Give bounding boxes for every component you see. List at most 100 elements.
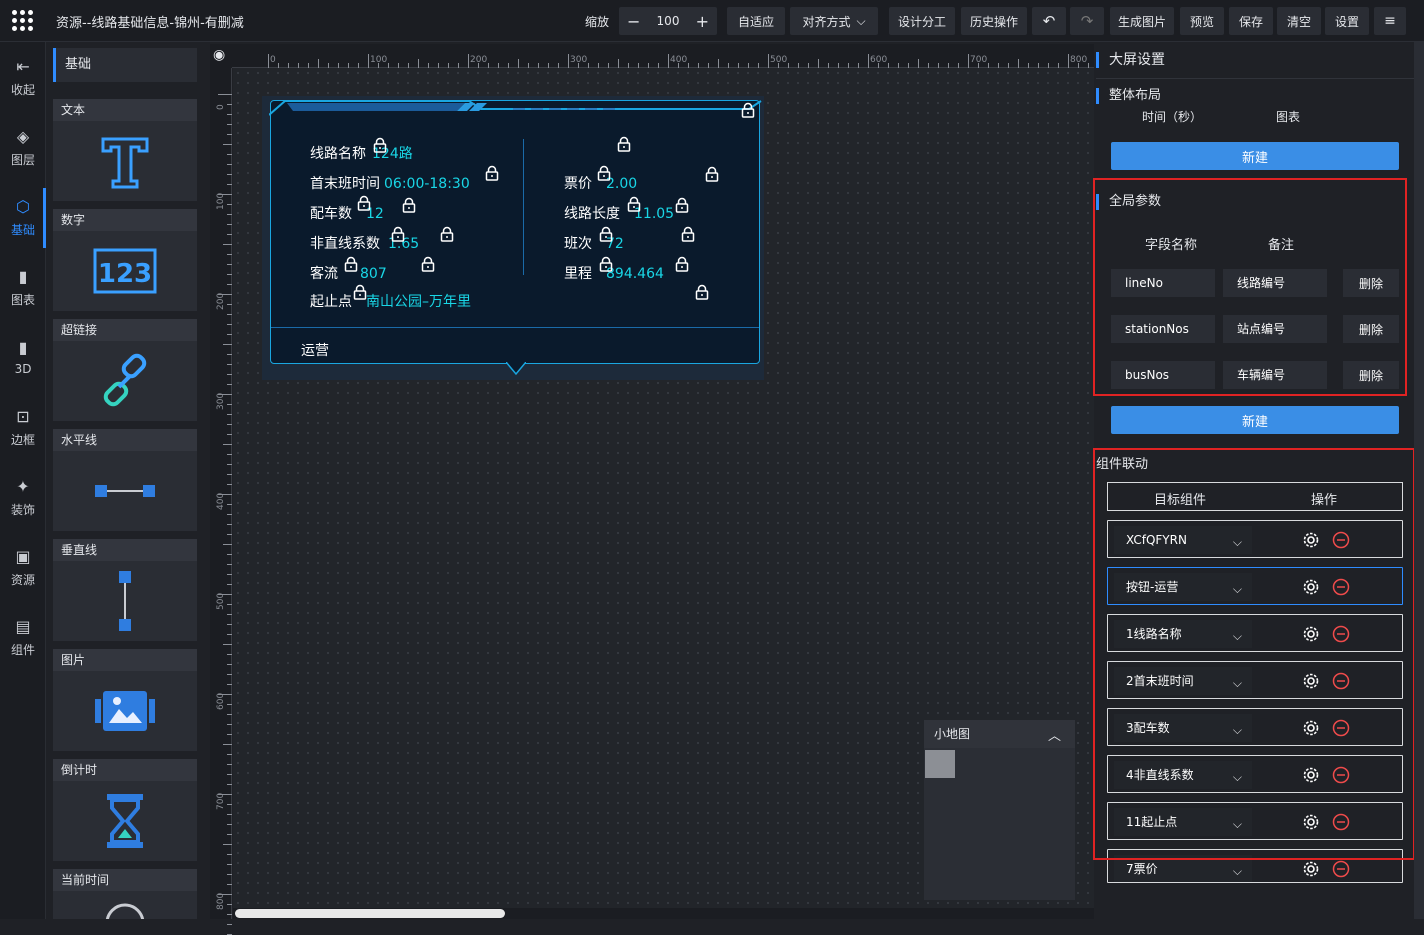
- minimap-viewport[interactable]: [925, 750, 955, 778]
- undo-icon[interactable]: ↶: [1032, 7, 1066, 35]
- save-button[interactable]: 保存: [1229, 7, 1273, 35]
- clear-button[interactable]: 清空: [1277, 7, 1321, 35]
- design-division-button[interactable]: 设计分工: [889, 7, 955, 35]
- lock-icon[interactable]: [356, 195, 372, 211]
- canvas-hscrollbar[interactable]: [233, 908, 1094, 919]
- left-rail: ⇤ 收起 ◈ 图层 ⬡ 基础 ▮ 图表 ▮ 3D ⊡ 边框 ✦ 装饰 ▣ 资源 ▤ 组件: [0, 42, 46, 919]
- redo-icon[interactable]: ↷: [1070, 7, 1104, 35]
- app-menu-icon[interactable]: [12, 10, 34, 32]
- ruler-tick-label: 700: [216, 792, 226, 810]
- rail-decoration[interactable]: ✦ 装饰: [0, 462, 46, 532]
- align-dropdown[interactable]: 对齐方式 ⌵: [790, 7, 878, 35]
- palette-item-countdown[interactable]: 倒计时: [53, 759, 197, 861]
- panel-scrollbar[interactable]: [1414, 42, 1424, 919]
- palette-item-number[interactable]: 数字 123: [53, 209, 197, 311]
- lock-icon[interactable]: [674, 197, 690, 213]
- palette-item-current-time[interactable]: 当前时间: [53, 869, 197, 919]
- page-title: 资源--线路基础信息-锦州-有删减: [56, 16, 244, 31]
- rail-label: 资源: [10, 572, 35, 587]
- lock-icon[interactable]: [390, 226, 406, 242]
- rail-basic[interactable]: ⬡ 基础: [0, 182, 46, 252]
- lock-icon[interactable]: [598, 256, 614, 272]
- settings-button[interactable]: 设置: [1325, 7, 1369, 35]
- lock-icon[interactable]: [439, 226, 455, 242]
- card-pointer: [506, 362, 526, 376]
- ruler-corner[interactable]: ◉: [210, 44, 232, 68]
- palette-item-hline[interactable]: 水平线: [53, 429, 197, 531]
- ruler-tick-label: 600: [216, 692, 226, 710]
- more-menu-icon[interactable]: ≡: [1374, 7, 1406, 35]
- rail-collapse[interactable]: ⇤ 收起: [0, 42, 46, 112]
- ruler-tick-label: 200: [470, 55, 488, 65]
- palette-item-vline[interactable]: 垂直线: [53, 539, 197, 641]
- zoom-out-button[interactable]: −: [627, 12, 640, 31]
- ruler-tick-label: 600: [870, 55, 888, 65]
- ruler-tick-label: 300: [216, 392, 226, 410]
- lock-icon[interactable]: [626, 196, 642, 212]
- card-footer-line: [271, 327, 759, 328]
- card-footer-label: 运营: [301, 343, 329, 359]
- palette-item-image[interactable]: 图片: [53, 649, 197, 751]
- lock-icon[interactable]: [616, 136, 632, 152]
- clock-icon: [53, 891, 197, 919]
- rail-resources[interactable]: ▣ 资源: [0, 532, 46, 602]
- lock-icon[interactable]: [674, 256, 690, 272]
- palette-item-label: 倒计时: [53, 759, 197, 781]
- history-button[interactable]: 历史操作: [961, 7, 1027, 35]
- globals-new-button[interactable]: 新建: [1111, 406, 1399, 434]
- layout-col-chart: 图表: [1276, 110, 1301, 124]
- layout-new-button[interactable]: 新建: [1111, 142, 1399, 170]
- lock-icon[interactable]: [401, 197, 417, 213]
- rail-layers[interactable]: ◈ 图层: [0, 112, 46, 182]
- highlight-box-linkage: [1093, 448, 1415, 860]
- hourglass-icon: [53, 781, 197, 861]
- zoom-control: − 100 +: [619, 7, 717, 35]
- rail-active-indicator: [43, 188, 46, 248]
- lock-icon[interactable]: [680, 226, 696, 242]
- lock-icon[interactable]: [694, 284, 710, 300]
- lock-icon[interactable]: [343, 256, 359, 272]
- ruler-tick-label: 700: [970, 55, 988, 65]
- ruler-tick-label: 400: [216, 492, 226, 510]
- layout-title: 整体布局: [1096, 88, 1161, 104]
- palette-item-label: 当前时间: [53, 869, 197, 891]
- field-trips: 班次 72: [564, 236, 624, 252]
- remove-circle-icon[interactable]: [1332, 860, 1350, 878]
- gear-icon[interactable]: [1302, 860, 1320, 878]
- chevron-up-icon[interactable]: ︿: [1048, 725, 1061, 744]
- ruler-top: 0 100 200 300 400 500 600 700 800: [232, 44, 1129, 68]
- top-bar: 资源--线路基础信息-锦州-有删减 缩放 − 100 + 自适应 对齐方式 ⌵ 设…: [0, 0, 1424, 42]
- minimap[interactable]: 小地图 ︿: [924, 720, 1075, 900]
- rail-3d[interactable]: ▮ 3D: [0, 322, 46, 392]
- zoom-value[interactable]: 100: [657, 14, 680, 28]
- lock-icon[interactable]: [704, 166, 720, 182]
- rail-label: 图表: [10, 292, 35, 307]
- zoom-in-button[interactable]: +: [696, 12, 709, 31]
- lock-icon[interactable]: [740, 102, 756, 118]
- lock-icon[interactable]: [372, 137, 388, 153]
- scroll-thumb[interactable]: [235, 909, 505, 918]
- lock-icon[interactable]: [420, 256, 436, 272]
- field-vehicles: 配车数 12: [310, 206, 384, 222]
- components-icon: ▤: [15, 616, 31, 636]
- palette-item-label: 图片: [53, 649, 197, 671]
- rail-label: 边框: [10, 432, 35, 447]
- palette-item-text[interactable]: 文本: [53, 99, 197, 201]
- lock-icon[interactable]: [352, 284, 368, 300]
- rail-components[interactable]: ▤ 组件: [0, 602, 46, 672]
- palette-item-hyperlink[interactable]: 超链接: [53, 319, 197, 421]
- lock-icon[interactable]: [598, 226, 614, 242]
- info-card-component[interactable]: 运营 线路名称 124路 首末班时间 06:00-18:30 配车数 12 非直线系数…: [262, 96, 764, 380]
- rail-label: 装饰: [10, 502, 35, 517]
- rail-charts[interactable]: ▮ 图表: [0, 252, 46, 322]
- preview-button[interactable]: 预览: [1180, 7, 1224, 35]
- rail-border[interactable]: ⊡ 边框: [0, 392, 46, 462]
- ruler-tick-label: 100: [216, 192, 226, 210]
- lock-icon[interactable]: [484, 165, 500, 181]
- lock-icon[interactable]: [596, 165, 612, 181]
- svg-text:123: 123: [98, 259, 152, 289]
- generate-image-button[interactable]: 生成图片: [1110, 7, 1174, 35]
- fit-button[interactable]: 自适应: [727, 7, 785, 35]
- target-component-value: 7票价: [1126, 862, 1158, 876]
- text-t-icon: [53, 121, 197, 201]
